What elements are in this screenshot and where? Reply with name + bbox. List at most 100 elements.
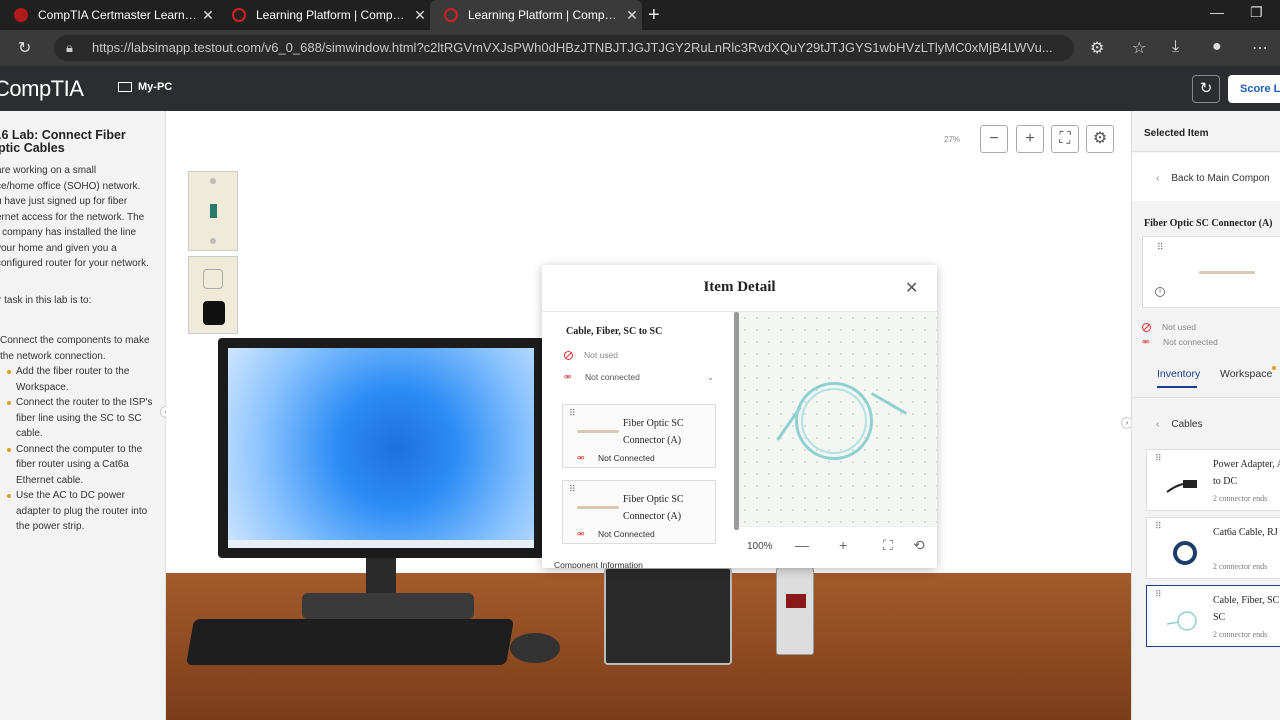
instructions-panel: .6 Lab: Connect Fiber ptic Cables are wo… — [0, 111, 166, 720]
task-step: Connect the computer to the fiber router… — [4, 442, 160, 489]
comptia-logo: CompTIA — [0, 76, 84, 101]
inventory-item-power-adapter[interactable]: ⠿ Power Adapter, A to DC 2 connector end… — [1146, 449, 1280, 511]
close-tab-icon[interactable]: ✕ — [410, 7, 430, 24]
drag-handle-icon[interactable]: ⠿ — [1155, 454, 1162, 463]
drag-handle-icon[interactable]: ⠿ — [569, 485, 576, 494]
screw-icon — [210, 178, 216, 184]
inventory-item-name: Power Adapter, A to DC — [1213, 459, 1280, 487]
connector-name: Fiber Optic SC Connector (A) — [623, 494, 684, 522]
panel-tabs: Inventory Workspace — [1132, 358, 1280, 398]
usage-status: Not used — [1142, 322, 1196, 332]
keyboard[interactable] — [185, 619, 515, 665]
browser-tab-certmaster[interactable]: CompTIA Certmaster Learn Link ( ✕ — [0, 0, 218, 30]
workspace-settings-button[interactable]: ⚙ — [1086, 125, 1114, 153]
not-used-icon — [1142, 322, 1151, 332]
task-step: Add the fiber router to the Workspace. — [4, 364, 160, 395]
preview-rotate-icon[interactable]: ⟲ — [913, 537, 925, 554]
drag-handle-icon[interactable]: ⠿ — [1155, 522, 1162, 531]
reload-icon[interactable]: ↻ — [18, 38, 31, 58]
chevron-left-icon: ‹ — [1156, 173, 1160, 184]
mouse[interactable] — [510, 633, 560, 663]
close-tab-icon[interactable]: ✕ — [622, 7, 642, 24]
not-used-icon — [564, 350, 573, 360]
usage-status: Not used — [564, 350, 618, 360]
cable-name: Cable, Fiber, SC to SC — [566, 326, 663, 337]
favorites-icon[interactable]: ☆ — [1132, 38, 1146, 58]
power-strip[interactable] — [776, 567, 814, 655]
fit-to-screen-button[interactable]: ⛶ — [1051, 125, 1079, 153]
more-menu-icon[interactable]: ⋯ — [1252, 38, 1268, 58]
connector-ends-count: 2 connector ends — [1213, 562, 1268, 571]
cables-category-back[interactable]: ‹ Cables — [1156, 419, 1202, 430]
preview-zoom-level: 100% — [747, 541, 773, 552]
preview-fullscreen-icon[interactable]: ⛶ — [883, 537, 893, 554]
connection-status-dropdown[interactable]: ⚮ Not connected ⌄ — [564, 372, 714, 382]
url-text: https://labsimapp.testout.com/v6_0_688/s… — [92, 40, 1053, 55]
my-pc-label: My-PC — [138, 81, 173, 93]
outlet-socket-icon — [203, 269, 223, 289]
drag-handle-icon[interactable]: ⠿ — [1157, 243, 1164, 252]
connector-status: ⚮ Not Connected — [577, 453, 655, 463]
tab-inventory[interactable]: Inventory — [1157, 368, 1200, 380]
url-field[interactable]: 🔒︎ https://labsimapp.testout.com/v6_0_68… — [54, 35, 1074, 61]
connector-ends-count: 2 connector ends — [1213, 630, 1268, 639]
task-heading: r task in this lab is to: — [0, 295, 92, 306]
sc-port-icon[interactable] — [210, 204, 217, 218]
fiber-cable-icon — [1166, 611, 1197, 631]
preview-zoom-out-icon[interactable]: — — [795, 537, 809, 553]
computer-icon — [118, 82, 132, 92]
minimize-icon[interactable]: — — [1210, 4, 1224, 20]
divider — [1132, 151, 1280, 152]
chevron-left-icon: ‹ — [1156, 419, 1160, 430]
power-adapter-icon — [1166, 480, 1197, 493]
component-information-heading: Component Information — [554, 560, 643, 568]
monitor[interactable] — [218, 338, 544, 558]
downloads-icon[interactable]: ⤓ — [1172, 38, 1179, 56]
cable-preview[interactable] — [739, 312, 937, 526]
lock-icon: 🔒︎ — [66, 40, 73, 55]
modal-title: Item Detail — [703, 279, 776, 295]
score-lab-button[interactable]: Score La — [1228, 75, 1280, 103]
drag-handle-icon[interactable]: ⠿ — [1155, 590, 1162, 599]
connector-card[interactable]: ⠿ Fiber Optic SC Connector (A) ⚮ Not Con… — [562, 404, 716, 468]
zoom-out-button[interactable]: − — [980, 125, 1008, 153]
close-icon[interactable]: ✕ — [905, 278, 918, 298]
power-strip-display — [786, 594, 806, 608]
tab-title: Learning Platform | CompTIA — [468, 8, 622, 22]
monitor-screen — [228, 348, 534, 548]
item-detail-info: Cable, Fiber, SC to SC Not used ⚮ Not co… — [542, 312, 734, 568]
fiber-wall-plate[interactable] — [188, 171, 238, 251]
wall-outlet[interactable] — [188, 256, 238, 334]
new-tab-icon[interactable]: + — [648, 4, 660, 27]
info-icon[interactable]: i — [1155, 287, 1165, 297]
power-plug-icon — [203, 301, 225, 325]
workspace-zoom-level: 27% — [944, 135, 961, 144]
collapse-right-panel-icon[interactable]: › — [1121, 417, 1131, 429]
panel-title: Selected Item — [1144, 128, 1209, 139]
inventory-item-fiber-cable[interactable]: ⠿ Cable, Fiber, SC SC 2 connector ends — [1146, 585, 1280, 647]
preview-controls: 100% — + ⛶ ⟲ — [739, 526, 937, 568]
unlink-icon: ⚮ — [1142, 337, 1150, 347]
maximize-icon[interactable]: ❐ — [1250, 4, 1263, 21]
zoom-in-button[interactable]: + — [1016, 125, 1044, 153]
address-bar: ↻ 🔒︎ https://labsimapp.testout.com/v6_0_… — [0, 30, 1280, 66]
extensions-icon[interactable]: ⚙ — [1090, 38, 1104, 58]
back-to-main-component-link[interactable]: ‹ Back to Main Compon — [1156, 173, 1270, 184]
comptia-favicon-icon — [14, 8, 28, 22]
selected-connector-card[interactable]: ⠿ i — [1142, 236, 1280, 308]
connector-thumbnail — [577, 506, 619, 509]
task-step: Connect the router to the ISP's fiber li… — [4, 395, 160, 442]
connector-card[interactable]: ⠿ Fiber Optic SC Connector (A) ⚮ Not Con… — [562, 480, 716, 544]
inventory-item-cat6a-cable[interactable]: ⠿ Cat6a Cable, RJ 2 connector ends — [1146, 517, 1280, 579]
preview-zoom-in-icon[interactable]: + — [839, 537, 847, 553]
browser-tab-learning-2[interactable]: Learning Platform | CompTIA ✕ — [430, 0, 642, 30]
profile-avatar-icon[interactable]: ● — [1212, 38, 1222, 56]
reset-lab-button[interactable]: ↻ — [1192, 75, 1220, 103]
my-pc-location[interactable]: My-PC — [118, 81, 172, 93]
computer-tower[interactable] — [604, 567, 732, 665]
tab-workspace[interactable]: Workspace — [1220, 368, 1272, 380]
browser-tab-learning-1[interactable]: Learning Platform | CompTIA ✕ — [218, 0, 430, 30]
drag-handle-icon[interactable]: ⠿ — [569, 409, 576, 418]
browser-tab-strip: CompTIA Certmaster Learn Link ( ✕ Learni… — [0, 0, 1280, 30]
close-tab-icon[interactable]: ✕ — [198, 7, 218, 24]
